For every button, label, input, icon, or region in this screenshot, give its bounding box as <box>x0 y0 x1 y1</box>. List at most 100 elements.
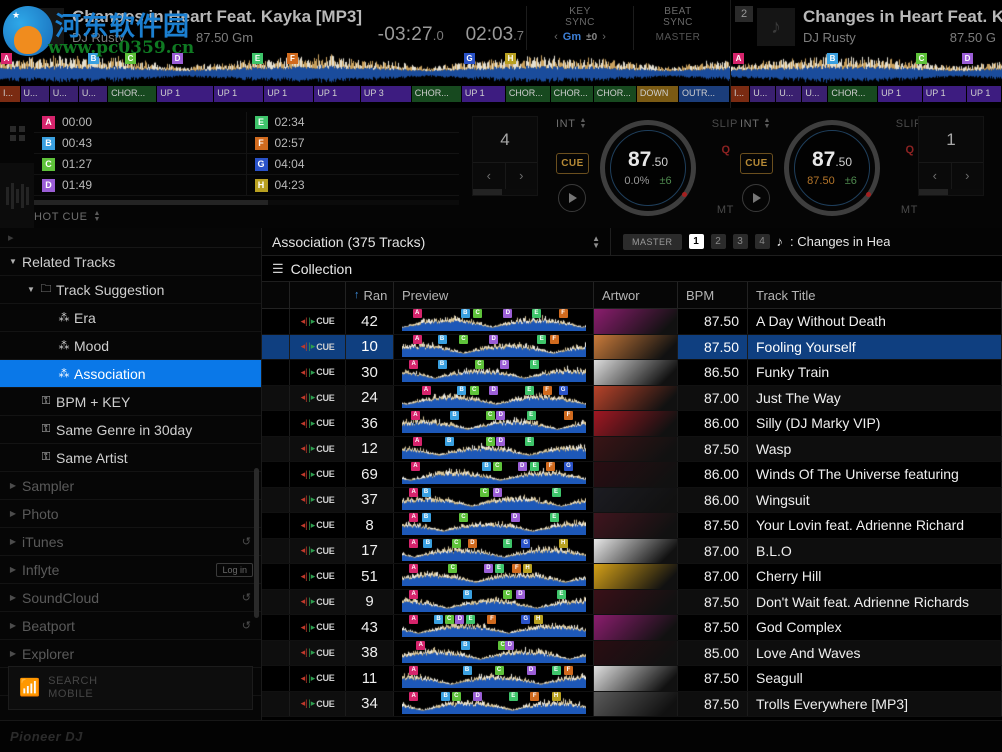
cell-preview[interactable]: ABCDE <box>394 360 594 385</box>
phrase-segment[interactable]: CHOR... <box>593 86 637 102</box>
waveform-cue-marker[interactable]: B <box>827 53 838 64</box>
preview-cue-marker[interactable]: A <box>409 513 419 522</box>
cue-next-icon[interactable]: |▸ <box>308 443 315 454</box>
preview-cue-marker[interactable]: B <box>441 691 451 701</box>
preview-cue-marker[interactable]: C <box>474 360 484 369</box>
table-row[interactable]: ◂| |▸ CUE 43 A B C D E F G H 87.50 God Complex <box>262 615 1002 641</box>
preview-cue-marker[interactable]: D <box>505 640 515 650</box>
preview-cue-marker[interactable]: D <box>515 589 525 599</box>
master-button[interactable]: MASTER <box>636 32 720 43</box>
preview-cue-marker[interactable]: F <box>487 615 497 624</box>
waveform-cue-marker[interactable]: A <box>733 53 744 64</box>
preview-cue-marker[interactable]: A <box>421 385 431 395</box>
phrase-segment[interactable]: I... <box>0 86 21 102</box>
phrase-segment[interactable]: U... <box>750 86 777 102</box>
chevron-right-icon[interactable]: ▶ <box>6 593 20 602</box>
deck-1-cue-button[interactable]: CUE <box>556 153 589 174</box>
preview-cue-marker[interactable]: D <box>489 385 499 395</box>
hot-cue-badge[interactable]: C <box>42 157 55 171</box>
deck-1-beat-jump-prev[interactable]: ‹ <box>473 163 506 189</box>
preview-cue-marker[interactable]: C <box>448 564 458 573</box>
chevron-right-icon[interactable]: ▶ <box>6 565 20 574</box>
preview-cue-marker[interactable]: G <box>521 615 531 624</box>
preview-cue-marker[interactable]: A <box>416 640 426 650</box>
cue-prev-icon[interactable]: ◂| <box>301 520 308 531</box>
preview-cue-marker[interactable]: B <box>444 436 454 446</box>
row-select-cell[interactable] <box>262 462 290 487</box>
hot-cue-badge[interactable]: H <box>254 178 268 192</box>
deck-button-4[interactable]: 4 <box>754 234 770 249</box>
phrase-segment[interactable]: UP 1 <box>922 86 968 102</box>
waveform-cue-marker[interactable]: B <box>88 53 99 64</box>
preview-cue-marker[interactable]: B <box>460 309 470 318</box>
preview-cue-marker[interactable]: H <box>533 615 543 624</box>
cue-prev-icon[interactable]: ◂| <box>301 545 308 556</box>
preview-cue-marker[interactable]: F <box>563 411 573 420</box>
hot-cue-row[interactable]: E 02:34 <box>246 112 459 133</box>
cue-next-icon[interactable]: |▸ <box>308 520 315 531</box>
deck-2-beat-jump-next[interactable]: › <box>952 163 984 189</box>
phrase-segment[interactable]: UP 1 <box>157 86 215 102</box>
table-row[interactable]: ◂| |▸ CUE 30 A B C D E 86.50 Funky Train <box>262 360 1002 386</box>
row-cue-button[interactable]: ◂| |▸ CUE <box>290 487 346 512</box>
row-select-cell[interactable] <box>262 360 290 385</box>
phrase-segment[interactable]: CHOR... <box>505 86 551 102</box>
hot-cue-row[interactable]: B 00:43 <box>34 133 247 154</box>
cue-prev-icon[interactable]: ◂| <box>301 392 308 403</box>
preview-cue-marker[interactable]: B <box>462 666 472 675</box>
beat-sync-panel[interactable]: BEAT SYNC MASTER <box>636 6 720 43</box>
phrase-segment[interactable]: CHOR... <box>550 86 594 102</box>
row-select-cell[interactable] <box>262 615 290 640</box>
search-mobile-panel[interactable]: 📶 SEARCH MOBILE <box>8 666 253 710</box>
cell-preview[interactable]: A BC DEFG <box>394 462 594 487</box>
sidebar-item-photo[interactable]: ▶ Photo <box>0 500 261 528</box>
column-header-preview[interactable]: Preview <box>394 282 594 308</box>
sidebar-item-same-artist[interactable]: ⚿ Same Artist <box>0 444 261 472</box>
table-row[interactable]: ◂| |▸ CUE 42 A B C D E F 87.50 A Day Without Death <box>262 309 1002 335</box>
deck-1-slip-label[interactable]: SLIP <box>712 118 738 130</box>
waveform-cue-marker[interactable]: H <box>505 53 516 64</box>
preview-cue-marker[interactable]: A <box>409 487 419 497</box>
grid-view-icon[interactable] <box>10 126 26 142</box>
preview-cue-marker[interactable]: F <box>530 691 540 701</box>
key-down-icon[interactable]: ‹ <box>554 31 558 43</box>
chevron-right-icon[interactable]: ▶ <box>6 537 20 546</box>
row-cue-button[interactable]: ◂| |▸ CUE <box>290 640 346 665</box>
waveform-cue-marker[interactable]: E <box>252 53 263 64</box>
cue-prev-icon[interactable]: ◂| <box>301 341 308 352</box>
deck-1-waveform[interactable]: A B C D E F G H <box>0 52 730 86</box>
preview-cue-marker[interactable]: C <box>451 691 461 701</box>
phrase-segment[interactable]: OUTR... <box>679 86 730 102</box>
row-select-cell[interactable] <box>262 334 290 359</box>
preview-cue-marker[interactable]: D <box>499 360 509 369</box>
cell-preview[interactable]: ABCDE <box>394 589 594 614</box>
phrase-segment[interactable]: UP 1 <box>214 86 265 102</box>
hot-cue-row[interactable]: F 02:57 <box>246 133 459 154</box>
cue-prev-icon[interactable]: ◂| <box>301 494 308 505</box>
preview-cue-marker[interactable]: A <box>409 589 419 599</box>
sidebar-item-inflyte[interactable]: ▶ Inflyte Log in <box>0 556 261 584</box>
deck-2-beat-jump[interactable]: 1 ‹ › <box>918 116 984 196</box>
preview-cue-marker[interactable]: E <box>530 360 540 369</box>
preview-cue-marker[interactable]: F <box>546 462 556 471</box>
cell-preview[interactable]: A B C D EF <box>394 666 594 691</box>
cue-prev-icon[interactable]: ◂| <box>301 698 308 709</box>
deck-1-quantize-button[interactable]: Q <box>721 144 730 156</box>
waveform-cue-marker[interactable]: C <box>916 53 927 64</box>
preview-cue-marker[interactable]: E <box>556 589 566 599</box>
preview-cue-marker[interactable]: F <box>563 666 573 675</box>
preview-cue-marker[interactable]: F <box>542 385 552 395</box>
deck-2-cue-button[interactable]: CUE <box>740 153 773 174</box>
deck-2-play-button[interactable] <box>742 184 770 212</box>
preview-cue-marker[interactable]: E <box>526 411 536 420</box>
cell-preview[interactable]: A BC D E F H <box>394 691 594 716</box>
sidebar-item-track-suggestion[interactable]: ▼ 🗀 Track Suggestion <box>0 276 261 304</box>
row-select-cell[interactable] <box>262 640 290 665</box>
preview-cue-marker[interactable]: B <box>462 589 472 599</box>
deck-button-1[interactable]: 1 <box>688 234 704 249</box>
phrase-segment[interactable]: CHOR... <box>108 86 158 102</box>
phrase-segment[interactable]: UP 1 <box>878 86 923 102</box>
preview-cue-marker[interactable]: E <box>531 309 541 318</box>
preview-cue-marker[interactable]: A <box>410 411 420 420</box>
column-header-bpm[interactable]: BPM <box>678 282 748 308</box>
